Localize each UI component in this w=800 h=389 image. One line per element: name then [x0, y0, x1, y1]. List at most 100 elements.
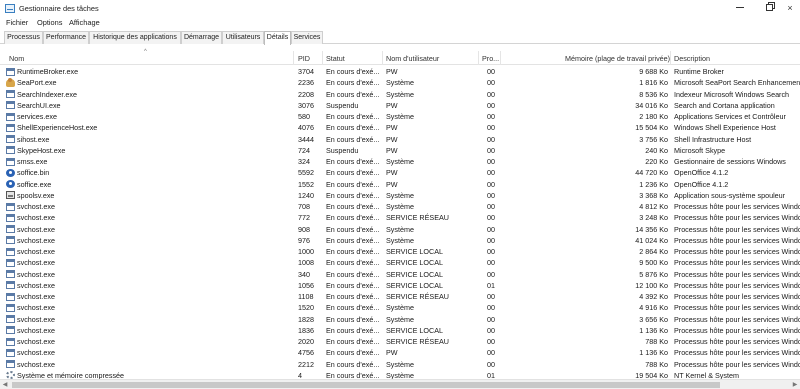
menu-options[interactable]: Options [37, 18, 62, 27]
process-name: spoolsv.exe [17, 190, 55, 200]
process-status: En cours d'exé... [326, 303, 380, 313]
process-description: Processus hôte pour les services Window [674, 224, 800, 234]
column-header-user[interactable]: Nom d'utilisateur [386, 54, 439, 63]
process-cpu: 00 [487, 78, 495, 88]
process-user: Système [386, 78, 414, 88]
table-row[interactable]: svchost.exe 908 En cours d'exé... Système 00… [0, 224, 800, 235]
table-row[interactable]: SeaPort.exe 2236 En cours d'exé... Système 0… [0, 77, 800, 88]
tab-performance[interactable]: Performance [43, 31, 89, 44]
tab-details[interactable]: Détails [264, 31, 291, 45]
close-icon: × [787, 3, 793, 13]
column-header-status[interactable]: Statut [326, 54, 345, 63]
process-status: En cours d'exé... [326, 280, 380, 290]
tab-utilisateurs[interactable]: Utilisateurs [222, 31, 264, 44]
table-row[interactable]: svchost.exe 1836 En cours d'exé... SERVICE … [0, 325, 800, 336]
process-status: Suspendu [326, 145, 359, 155]
menu-affichage[interactable]: Affichage [69, 18, 100, 27]
column-divider[interactable] [478, 51, 479, 65]
table-row[interactable]: SkypeHost.exe 724 Suspendu PW 00 240 Ko Micros… [0, 145, 800, 156]
table-row[interactable]: svchost.exe 1008 En cours d'exé... SERVICE … [0, 257, 800, 268]
column-divider[interactable] [382, 51, 383, 65]
tab-processus[interactable]: Processus [4, 31, 43, 44]
process-user: Système [386, 112, 414, 121]
table-row[interactable]: soffice.exe 1552 En cours d'exé... PW 00 1 23… [0, 179, 800, 190]
table-row[interactable]: sihost.exe 3444 En cours d'exé... PW 00 3 756… [0, 134, 800, 145]
process-status: En cours d'exé... [326, 337, 380, 346]
process-memory: 1 136 Ko [639, 348, 668, 358]
process-user: PW [386, 145, 398, 155]
process-user: Système [386, 89, 414, 99]
table-row[interactable]: svchost.exe 4756 En cours d'exé... PW 00 1 13… [0, 347, 800, 358]
table-row[interactable]: SearchIndexer.exe 2208 En cours d'exé... Sy… [0, 89, 800, 100]
maximize-icon [765, 4, 773, 12]
column-divider[interactable] [322, 51, 323, 65]
scroll-right-icon[interactable]: ▶ [790, 380, 800, 389]
scroll-left-icon[interactable]: ◀ [0, 380, 10, 389]
process-name: svchost.exe [17, 202, 55, 211]
column-header-description[interactable]: Description [674, 54, 710, 63]
scroll-thumb[interactable] [12, 382, 720, 388]
table-row[interactable]: svchost.exe 976 En cours d'exé... Système 00… [0, 235, 800, 246]
process-cpu: 00 [487, 145, 495, 155]
task-manager-icon [5, 4, 15, 13]
process-pid: 1008 [298, 258, 314, 268]
table-row[interactable]: RuntimeBroker.exe 3704 En cours d'exé... PW… [0, 66, 800, 77]
process-name: soffice.exe [17, 179, 52, 189]
process-name: svchost.exe [17, 258, 55, 268]
process-pid: 2208 [298, 89, 314, 99]
table-row[interactable]: SearchUI.exe 3076 Suspendu PW 00 34 016 Ko Sea… [0, 100, 800, 111]
column-divider[interactable] [500, 51, 501, 65]
process-user: Système [386, 359, 414, 369]
table-row[interactable]: svchost.exe 2212 En cours d'exé... Système 0… [0, 359, 800, 370]
minimize-button[interactable] [725, 1, 755, 15]
table-row[interactable]: svchost.exe 1828 En cours d'exé... Système 0… [0, 314, 800, 325]
table-row[interactable]: soffice.bin 5592 En cours d'exé... PW 00 44 7… [0, 167, 800, 178]
process-status: En cours d'exé... [326, 269, 380, 279]
process-description: Processus hôte pour les services Window [674, 303, 800, 313]
column-divider[interactable] [670, 51, 671, 65]
table-row[interactable]: svchost.exe 708 En cours d'exé... Système 00… [0, 201, 800, 212]
tab-demarrage[interactable]: Démarrage [181, 31, 222, 44]
horizontal-scrollbar[interactable]: ◀ ▶ [0, 379, 800, 389]
process-name: SeaPort.exe [17, 78, 57, 88]
column-header-name[interactable]: Nom [9, 54, 24, 63]
tab-services[interactable]: Services [291, 31, 323, 44]
process-cpu: 00 [487, 224, 495, 234]
process-pid: 4756 [298, 348, 314, 358]
table-row[interactable]: svchost.exe 2020 En cours d'exé... SERVICE … [0, 336, 800, 347]
process-pid: 1000 [298, 247, 314, 256]
process-cpu: 00 [487, 337, 495, 346]
table-row[interactable]: smss.exe 324 En cours d'exé... Système 00 220… [0, 156, 800, 167]
process-user: SERVICE RÉSEAU [386, 213, 449, 223]
menu-bar: Fichier Options Affichage [0, 17, 800, 29]
process-name: services.exe [17, 112, 57, 121]
process-name: ShellExperienceHost.exe [17, 123, 98, 133]
table-row[interactable]: svchost.exe 1000 En cours d'exé... SERVICE … [0, 246, 800, 257]
column-header-pid[interactable]: PID [298, 54, 310, 63]
table-row[interactable]: ShellExperienceHost.exe 4076 En cours d'ex… [0, 122, 800, 133]
table-row[interactable]: spoolsv.exe 1240 En cours d'exé... Système 0… [0, 190, 800, 201]
table-row[interactable]: svchost.exe 1108 En cours d'exé... SERVICE … [0, 291, 800, 302]
process-status: En cours d'exé... [326, 168, 380, 178]
window-icon [6, 123, 15, 132]
table-row[interactable]: svchost.exe 772 En cours d'exé... SERVICE R… [0, 212, 800, 223]
process-pid: 5592 [298, 168, 314, 178]
table-row[interactable]: services.exe 580 En cours d'exé... Système 0… [0, 111, 800, 122]
process-memory: 1 816 Ko [639, 78, 668, 88]
process-status: En cours d'exé... [326, 213, 380, 223]
table-row[interactable]: svchost.exe 1056 En cours d'exé... SERVICE … [0, 280, 800, 291]
process-pid: 2020 [298, 337, 314, 346]
tab-historique[interactable]: Historique des applications [89, 31, 181, 44]
process-status: En cours d'exé... [326, 134, 380, 144]
column-divider[interactable] [293, 51, 294, 65]
column-header-cpu[interactable]: Pro... [482, 54, 499, 63]
column-header-memory[interactable]: Mémoire (plage de travail privée) [565, 54, 670, 63]
process-memory: 4 812 Ko [639, 202, 668, 211]
menu-fichier[interactable]: Fichier [6, 18, 28, 27]
process-status: En cours d'exé... [326, 359, 380, 369]
process-name: svchost.exe [17, 314, 55, 324]
process-memory: 2 864 Ko [639, 247, 668, 256]
table-row[interactable]: svchost.exe 1520 En cours d'exé... Système 0… [0, 302, 800, 313]
close-button[interactable]: × [780, 1, 800, 15]
table-row[interactable]: svchost.exe 340 En cours d'exé... SERVICE L… [0, 269, 800, 280]
